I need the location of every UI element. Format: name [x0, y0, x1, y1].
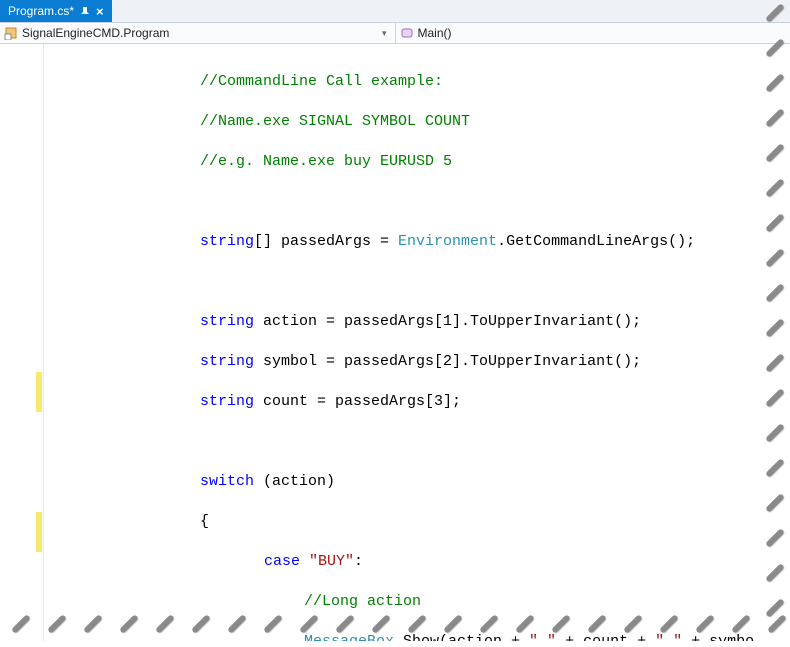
tab-bar: Program.cs* ×	[0, 0, 790, 22]
pin-icon[interactable]	[80, 6, 90, 16]
code-text: :	[354, 553, 363, 570]
editor-gutter	[0, 44, 44, 641]
code-text: {	[200, 513, 209, 530]
code-string: "BUY"	[309, 553, 354, 570]
code-keyword: string	[200, 353, 254, 370]
code-type: Environment	[398, 233, 497, 250]
change-marker	[36, 512, 42, 552]
code-string: " "	[529, 633, 556, 641]
code-comment: //CommandLine Call example:	[200, 73, 443, 90]
code-editor[interactable]: //CommandLine Call example: //Name.exe S…	[0, 44, 790, 641]
code-text: + count +	[556, 633, 655, 641]
class-icon	[4, 26, 18, 40]
method-dropdown[interactable]: Main()	[396, 23, 790, 43]
code-comment: //Long action	[304, 593, 421, 610]
code-text: .Show(action +	[394, 633, 529, 641]
code-text: (action)	[254, 473, 335, 490]
code-comment: //Name.exe SIGNAL SYMBOL COUNT	[200, 113, 470, 130]
close-icon[interactable]: ×	[96, 5, 104, 18]
tab-title: Program.cs*	[8, 4, 74, 18]
code-string: " "	[655, 633, 682, 641]
class-name: SignalEngineCMD.Program	[22, 26, 169, 40]
code-text: symbol = passedArgs[2].ToUpperInvariant(…	[254, 353, 641, 370]
change-marker	[36, 372, 42, 412]
file-tab[interactable]: Program.cs* ×	[0, 0, 112, 22]
code-text: count = passedArgs[3];	[254, 393, 461, 410]
code-text: .GetCommandLineArgs();	[497, 233, 695, 250]
code-keyword: string	[200, 313, 254, 330]
code-keyword: string	[200, 233, 254, 250]
code-keyword: switch	[200, 473, 254, 490]
method-name: Main()	[418, 26, 452, 40]
code-keyword: string	[200, 393, 254, 410]
class-dropdown[interactable]: SignalEngineCMD.Program ▾	[0, 23, 396, 43]
code-text: + symbo	[682, 633, 754, 641]
code-content[interactable]: //CommandLine Call example: //Name.exe S…	[44, 44, 790, 641]
method-icon	[400, 26, 414, 40]
code-type: MessageBox	[304, 633, 394, 641]
code-text: action = passedArgs[1].ToUpperInvariant(…	[254, 313, 641, 330]
code-comment: //e.g. Name.exe buy EURUSD 5	[200, 153, 452, 170]
chevron-down-icon: ▾	[382, 28, 391, 39]
navigation-bar: SignalEngineCMD.Program ▾ Main()	[0, 22, 790, 44]
code-text: [] passedArgs =	[254, 233, 398, 250]
code-keyword: case	[264, 553, 309, 570]
